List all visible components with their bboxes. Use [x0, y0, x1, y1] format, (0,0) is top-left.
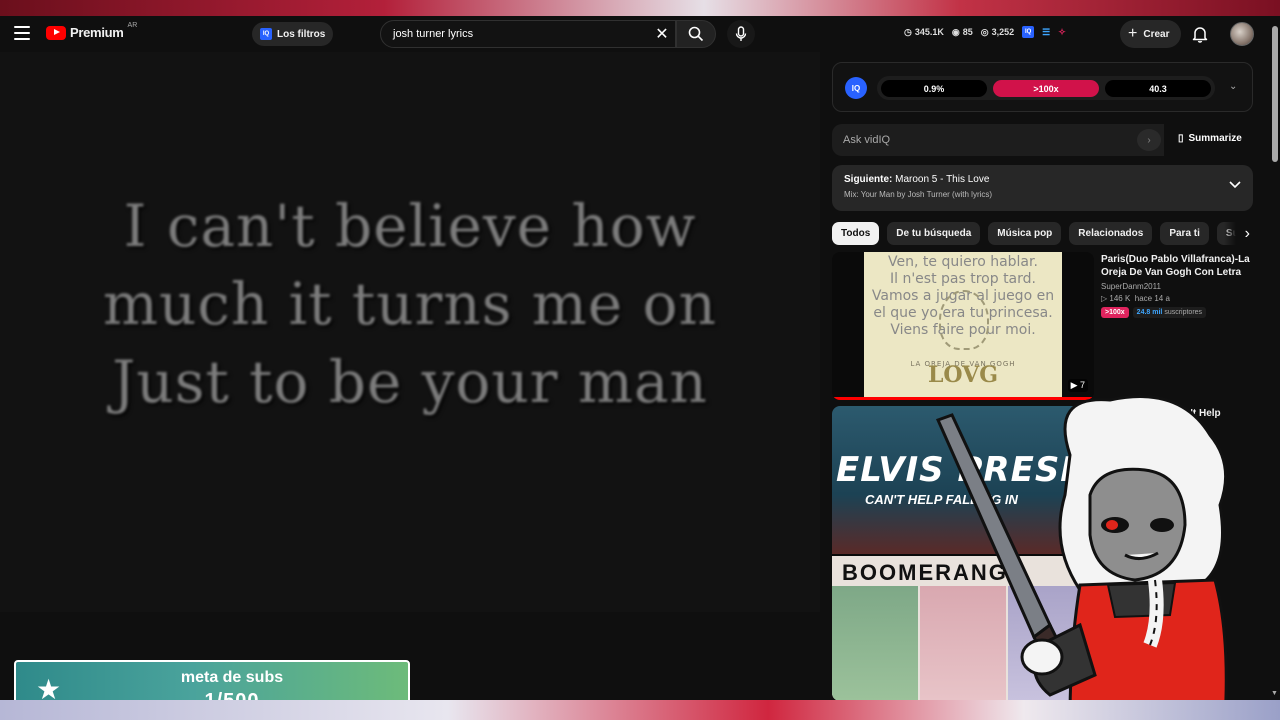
- chevron-right-icon[interactable]: ›: [1224, 222, 1254, 246]
- eye-outline-icon: ◎: [980, 26, 989, 37]
- chevron-down-icon[interactable]: [1229, 181, 1241, 189]
- avatar[interactable]: [1230, 22, 1254, 46]
- search-input[interactable]: josh turner lyrics: [393, 28, 649, 40]
- plus-icon: +: [1128, 25, 1138, 42]
- chip-todos[interactable]: Todos: [832, 222, 880, 245]
- logo-region: AR: [127, 22, 138, 29]
- vidiq-panel: IQ 0.9% >100x 40.3 ⌄: [832, 62, 1253, 112]
- stat-subscribers: ◷ 345.1K: [904, 26, 944, 38]
- book-icon: ▯: [1178, 133, 1184, 144]
- ask-vidiq-input[interactable]: Ask vidIQ: [832, 124, 1164, 156]
- next-up-panel[interactable]: Siguiente: Maroon 5 - This Love Mix: You…: [832, 165, 1253, 211]
- logo-text: Premium: [70, 25, 124, 40]
- filter-chips: Todos De tu búsqueda Música pop Relacion…: [832, 222, 1253, 246]
- lyrics-line-2: much it turns me on: [103, 270, 717, 338]
- lyrics-line-3: Just to be your man: [112, 348, 708, 416]
- goal-title: meta de subs: [180, 669, 284, 686]
- streamer-avatar-character: [935, 395, 1228, 720]
- create-button[interactable]: + Crear: [1120, 20, 1182, 48]
- youtube-logo[interactable]: Premium AR: [46, 22, 138, 40]
- video-meta[interactable]: Paris(Duo Pablo Villafranca)-La Oreja De…: [1101, 253, 1253, 318]
- video-player[interactable]: I can't believe how much it turns me on …: [0, 52, 820, 612]
- chip-pop-music[interactable]: Música pop: [988, 222, 1062, 245]
- list-icon[interactable]: ☰: [1042, 27, 1050, 38]
- notifications-button[interactable]: [1192, 25, 1208, 48]
- outlier-badge: >100x: [1101, 307, 1129, 318]
- tree-icon: [939, 290, 989, 350]
- scroll-down-icon[interactable]: ▼: [1271, 690, 1278, 697]
- microphone-icon: [735, 26, 747, 41]
- lyrics-display: I can't believe how much it turns me on …: [60, 187, 760, 421]
- menu-icon[interactable]: [14, 26, 30, 40]
- summarize-label: Summarize: [1188, 133, 1242, 144]
- filters-label: Los filtros: [277, 28, 326, 40]
- face-image: [832, 586, 918, 701]
- stat-total: ◎ 3,252: [980, 26, 1015, 38]
- next-up-title: Siguiente: Maroon 5 - This Love: [844, 174, 990, 185]
- chevron-down-icon[interactable]: ⌄: [1229, 81, 1237, 92]
- video-stats: ▷ 146 K hace 14 a: [1101, 294, 1170, 303]
- video-title[interactable]: Paris(Duo Pablo Villafranca)-La Oreja De…: [1101, 253, 1253, 279]
- channel-name[interactable]: SuperDanm2011: [1101, 282, 1253, 291]
- subs-badge: 24.8 mil suscriptores: [1132, 307, 1207, 318]
- stat-views: ◉ 85: [951, 26, 973, 38]
- filters-button[interactable]: IQ Los filtros: [252, 22, 334, 46]
- bell-icon: [1192, 27, 1208, 43]
- vidiq-stats: ◷ 345.1K ◉ 85 ◎ 3,252 IQ ☰ ✧: [904, 26, 1066, 38]
- vidiq-metrics: 0.9% >100x 40.3: [877, 76, 1215, 100]
- lyrics-line-1: I can't believe how: [123, 192, 697, 260]
- extension-icon[interactable]: ✧: [1058, 27, 1066, 38]
- chip-for-you[interactable]: Para ti: [1160, 222, 1209, 245]
- metric-outlier[interactable]: >100x: [993, 80, 1099, 97]
- create-label: Crear: [1143, 28, 1170, 40]
- metric-score[interactable]: 40.3: [1105, 80, 1211, 97]
- youtube-play-icon: [46, 25, 66, 40]
- summarize-button[interactable]: ▯ Summarize: [1178, 133, 1242, 144]
- chip-from-search[interactable]: De tu búsqueda: [887, 222, 981, 245]
- ask-send-button[interactable]: ›: [1137, 129, 1161, 151]
- clock-icon: ◷: [904, 26, 912, 37]
- masthead: Premium AR IQ Los filtros josh turner ly…: [0, 16, 1280, 52]
- scrollbar-thumb[interactable]: [1272, 26, 1278, 162]
- chip-related[interactable]: Relacionados: [1069, 222, 1153, 245]
- metric-engagement[interactable]: 0.9%: [881, 80, 987, 97]
- voice-search-button[interactable]: [727, 20, 755, 48]
- vidiq-extension-icon[interactable]: IQ: [1022, 26, 1035, 38]
- search-icon: [688, 26, 704, 42]
- eye-icon: ◉: [951, 26, 960, 37]
- vidiq-logo[interactable]: IQ: [845, 77, 867, 99]
- search-box[interactable]: josh turner lyrics ✕: [380, 20, 676, 48]
- next-up-mix: Mix: Your Man by Josh Turner (with lyric…: [844, 190, 993, 199]
- play-icon: ▷: [1101, 294, 1108, 303]
- clear-icon[interactable]: ✕: [649, 24, 675, 44]
- vidiq-icon: IQ: [260, 28, 272, 40]
- stream-frame-bottom: [0, 700, 1280, 720]
- search-button[interactable]: [676, 20, 716, 48]
- vidiq-badges: >100x 24.8 mil suscriptores: [1101, 307, 1253, 318]
